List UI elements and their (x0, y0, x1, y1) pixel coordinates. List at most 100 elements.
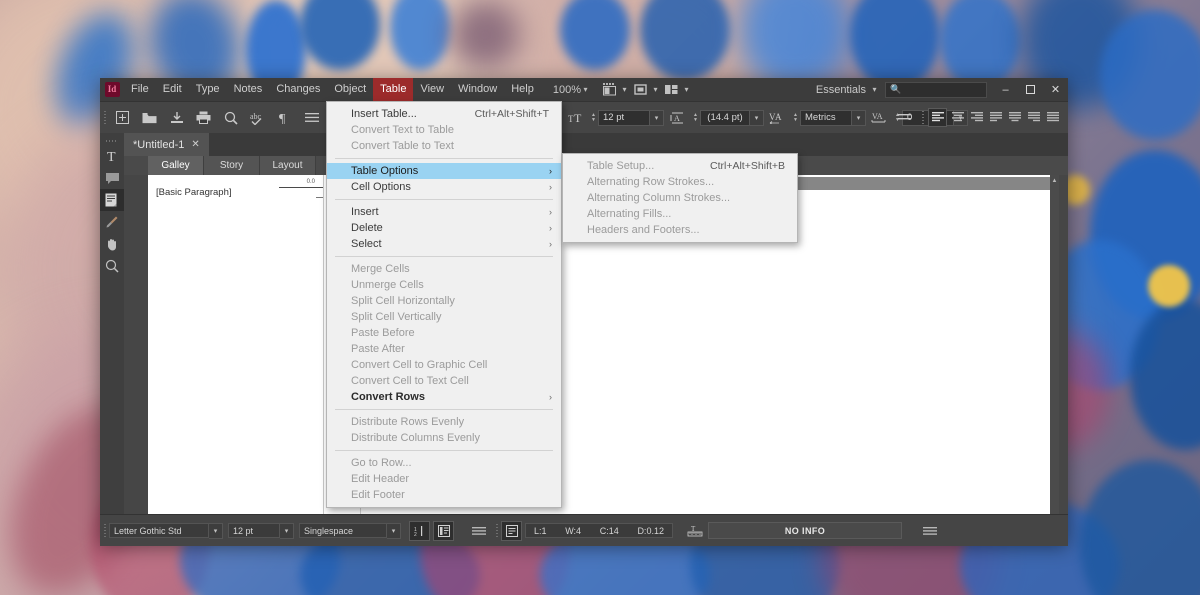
control-bar-grip[interactable] (100, 102, 109, 133)
submenu-item-headers-and-footers[interactable]: Headers and Footers... (563, 222, 797, 238)
line-spacing-input[interactable]: Singlespace (299, 523, 387, 538)
leading-stepper[interactable]: ▲▼ (691, 110, 700, 126)
menu-item-label: Convert Cell to Text Cell (351, 375, 561, 387)
menu-bar: Id File Edit Type Notes Changes Object T… (100, 78, 1068, 101)
tools-panel-grip[interactable] (100, 136, 124, 145)
menu-item-label: Edit Footer (351, 489, 561, 501)
zoom-level-value[interactable]: 100% (553, 84, 581, 96)
menu-changes[interactable]: Changes (269, 78, 327, 101)
screen-mode-icon[interactable] (600, 82, 618, 97)
align-justify-left-button[interactable] (987, 109, 1004, 126)
document-tab-title: *Untitled-1 (133, 139, 184, 151)
menu-item-convert-cell-to-text-cell: Convert Cell to Text Cell (327, 373, 561, 389)
screen-mode-chevron-down-icon[interactable]: ▾ (620, 85, 629, 94)
kerning-input[interactable]: Metrics (800, 110, 852, 126)
paragraph-list-icon[interactable] (891, 106, 918, 129)
menu-item-label: Cell Options (351, 181, 561, 193)
menu-help[interactable]: Help (504, 78, 541, 101)
status-bar-grip[interactable] (100, 515, 109, 546)
panel-menu-icon[interactable] (298, 106, 325, 129)
svg-text:A: A (775, 112, 782, 122)
leading-input[interactable]: (14.4 pt) (700, 110, 750, 126)
menu-item-convert-text-to-table: Convert Text to Table (327, 122, 561, 138)
menu-item-insert-table[interactable]: Insert Table... Ctrl+Alt+Shift+T (327, 106, 561, 122)
tab-layout[interactable]: Layout (260, 156, 316, 175)
menu-item-insert[interactable]: Insert › (327, 204, 561, 220)
submenu-item-alternating-fills[interactable]: Alternating Fills... (563, 206, 797, 222)
workspace-switcher-label[interactable]: Essentials (812, 84, 870, 96)
info-panel-menu-icon[interactable] (916, 519, 943, 542)
align-right-button[interactable] (968, 109, 985, 126)
zoom-tool[interactable] (100, 255, 124, 277)
view-options-icon[interactable] (631, 82, 649, 97)
style-names-toggle[interactable] (433, 521, 454, 541)
leading-chevron-down-icon[interactable]: ▾ (750, 110, 764, 126)
status-font-size-chevron-down-icon[interactable]: ▾ (280, 523, 294, 539)
menu-notes[interactable]: Notes (227, 78, 270, 101)
new-document-icon[interactable] (109, 106, 136, 129)
zoom-icon[interactable] (217, 106, 244, 129)
align-justify-center-button[interactable] (1006, 109, 1023, 126)
note-tool[interactable] (100, 167, 124, 189)
info-group-grip[interactable] (492, 515, 501, 546)
story-editor-tool[interactable] (100, 189, 124, 211)
close-button[interactable]: ✕ (1043, 78, 1068, 101)
submenu-chevron-right-icon: › (549, 207, 552, 217)
print-icon[interactable] (190, 106, 217, 129)
align-left-button[interactable] (928, 108, 947, 127)
align-justify-all-button[interactable] (1044, 109, 1061, 126)
measure-ruler-icon: T (681, 519, 708, 542)
kerning-chevron-down-icon[interactable]: ▾ (852, 110, 866, 126)
zoom-chevron-down-icon[interactable]: ▾ (581, 85, 590, 94)
menu-item-delete[interactable]: Delete › (327, 220, 561, 236)
font-size-chevron-down-icon[interactable]: ▾ (650, 110, 664, 126)
menu-object[interactable]: Object (327, 78, 373, 101)
menu-type[interactable]: Type (189, 78, 227, 101)
arrange-documents-chevron-down-icon[interactable]: ▾ (682, 85, 691, 94)
align-group-grip[interactable] (918, 102, 927, 133)
menu-window[interactable]: Window (451, 78, 504, 101)
font-size-stepper[interactable]: ▲▼ (589, 110, 598, 126)
font-family-chevron-down-icon[interactable]: ▾ (209, 523, 223, 539)
line-spacing-chevron-down-icon[interactable]: ▾ (387, 523, 401, 539)
menu-view[interactable]: View (413, 78, 451, 101)
tab-galley[interactable]: Galley (148, 156, 204, 175)
search-input[interactable]: 🔍 (885, 82, 987, 98)
menu-item-cell-options[interactable]: Cell Options › (327, 179, 561, 195)
workspace-chevron-down-icon[interactable]: ▾ (870, 85, 879, 94)
open-folder-icon[interactable] (136, 106, 163, 129)
tools-panel: T (100, 133, 124, 514)
align-justify-right-button[interactable] (1025, 109, 1042, 126)
minimize-button[interactable]: – (993, 78, 1018, 101)
arrange-documents-icon[interactable] (662, 82, 680, 97)
hand-tool[interactable] (100, 233, 124, 255)
menu-edit[interactable]: Edit (156, 78, 189, 101)
menu-table[interactable]: Table (373, 78, 413, 101)
pilcrow-icon[interactable]: ¶ (271, 106, 298, 129)
font-family-input[interactable]: Letter Gothic Std (109, 523, 209, 538)
type-tool[interactable]: T (100, 145, 124, 167)
view-options-chevron-down-icon[interactable]: ▾ (651, 85, 660, 94)
vertical-scrollbar[interactable]: ▲ (1050, 175, 1059, 514)
close-icon[interactable]: ✕ (191, 139, 199, 150)
menu-file[interactable]: File (124, 78, 156, 101)
tab-story[interactable]: Story (204, 156, 260, 175)
spellcheck-icon[interactable]: abc (244, 106, 271, 129)
status-font-size-input[interactable]: 12 pt (228, 523, 280, 538)
kerning-stepper[interactable]: ▲▼ (791, 110, 800, 126)
menu-item-select[interactable]: Select › (327, 236, 561, 252)
menu-item-table-options[interactable]: Table Options › (327, 163, 561, 179)
submenu-item-alternating-row-strokes[interactable]: Alternating Row Strokes... (563, 174, 797, 190)
submenu-item-table-setup[interactable]: Table Setup... Ctrl+Alt+Shift+B (563, 158, 797, 174)
line-numbers-toggle[interactable]: 1 2 (409, 521, 430, 541)
align-center-button[interactable] (949, 109, 966, 126)
place-icon[interactable] (163, 106, 190, 129)
submenu-item-alternating-column-strokes[interactable]: Alternating Column Strokes... (563, 190, 797, 206)
menu-item-convert-rows[interactable]: Convert Rows › (327, 389, 561, 405)
font-size-input[interactable]: 12 pt (598, 110, 650, 126)
maximize-button[interactable] (1018, 78, 1043, 101)
status-panel-menu-icon[interactable] (465, 519, 492, 542)
scroll-up-arrow-icon[interactable]: ▲ (1050, 175, 1059, 186)
document-tab[interactable]: *Untitled-1 ✕ (124, 133, 209, 156)
eyedropper-tool[interactable] (100, 211, 124, 233)
